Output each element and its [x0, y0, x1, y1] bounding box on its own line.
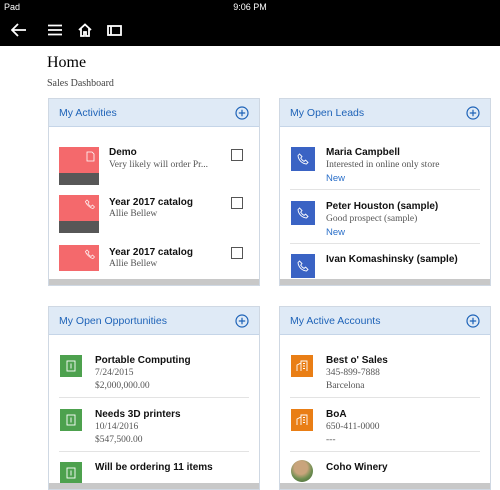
- account-city: ---: [326, 435, 336, 445]
- activity-checkbox[interactable]: [231, 197, 243, 209]
- nav-bar: [0, 14, 500, 46]
- opportunity-date: 10/14/2016: [95, 422, 139, 432]
- lead-phone-icon: [291, 147, 315, 171]
- account-item[interactable]: Best o' Sales 345-899-7888 Barcelona: [290, 353, 480, 395]
- activity-title: Year 2017 catalog: [109, 247, 193, 258]
- lead-name: Maria Campbell: [326, 147, 400, 158]
- page-subtitle: Sales Dashboard: [47, 78, 114, 89]
- card-footer: [280, 279, 490, 285]
- lead-name: Peter Houston (sample): [326, 201, 439, 212]
- accounts-card: My Active Accounts Best o' Sales 345-899…: [279, 306, 491, 490]
- opportunities-card: My Open Opportunities Portable Computing…: [48, 306, 260, 490]
- opportunity-icon: [60, 409, 82, 431]
- panel-icon: [106, 24, 122, 36]
- opportunity-name: Portable Computing: [95, 355, 191, 366]
- card-footer: [49, 279, 259, 285]
- opportunity-item[interactable]: Portable Computing 7/24/2015 $2,000,000.…: [59, 353, 249, 395]
- lead-status: New: [326, 227, 346, 238]
- lead-item[interactable]: Ivan Komashinsky (sample): [290, 252, 480, 282]
- account-building-icon: [291, 409, 313, 431]
- card-footer: [49, 483, 259, 489]
- activity-phone-icon: [59, 245, 99, 271]
- add-account-icon[interactable]: [466, 314, 480, 328]
- add-opportunity-icon[interactable]: [235, 314, 249, 328]
- opportunity-icon: [60, 462, 82, 484]
- lead-topic: Interested in online only store: [326, 160, 440, 170]
- activity-item[interactable]: Demo Very likely will order Pr...: [59, 145, 249, 185]
- activities-card: My Activities Demo Very likely will orde…: [48, 98, 260, 286]
- account-item[interactable]: BoA 650-411-0000 ---: [290, 407, 480, 449]
- lead-item[interactable]: Maria Campbell Interested in online only…: [290, 145, 480, 187]
- account-phone: 345-899-7888: [326, 368, 380, 378]
- activity-phone-icon: [59, 195, 99, 233]
- activity-detail: Very likely will order Pr...: [109, 160, 208, 170]
- accounts-card-header: My Active Accounts: [280, 307, 490, 335]
- card-footer: [280, 483, 490, 489]
- lead-topic: Good prospect (sample): [326, 214, 418, 224]
- opportunity-icon: [60, 355, 82, 377]
- activity-detail: Allie Bellew: [109, 209, 158, 219]
- lead-phone-icon: [291, 254, 315, 278]
- leads-card-title[interactable]: My Open Leads: [290, 107, 364, 119]
- lead-name: Ivan Komashinsky (sample): [326, 254, 458, 265]
- activity-checkbox[interactable]: [231, 247, 243, 259]
- lead-phone-icon: [291, 201, 315, 225]
- activity-title: Demo: [109, 147, 137, 158]
- add-activity-icon[interactable]: [235, 106, 249, 120]
- divider: [290, 243, 480, 244]
- opportunity-amount: $2,000,000.00: [95, 381, 150, 391]
- activity-task-icon: [59, 147, 99, 185]
- back-button[interactable]: [8, 14, 30, 46]
- divider: [59, 451, 249, 452]
- clock: 9:06 PM: [233, 2, 267, 12]
- activity-item[interactable]: Year 2017 catalog Allie Bellew: [59, 195, 249, 235]
- menu-button[interactable]: [44, 14, 66, 46]
- opportunities-card-header: My Open Opportunities: [49, 307, 259, 335]
- home-icon: [78, 23, 92, 37]
- leads-card-header: My Open Leads: [280, 99, 490, 127]
- account-name: Best o' Sales: [326, 355, 388, 366]
- divider: [290, 189, 480, 190]
- account-name: BoA: [326, 409, 347, 420]
- panel-button[interactable]: [103, 14, 125, 46]
- accounts-card-title[interactable]: My Active Accounts: [290, 315, 380, 327]
- status-bar: Pad 9:06 PM: [0, 0, 500, 14]
- divider: [290, 451, 480, 452]
- divider: [290, 397, 480, 398]
- activity-item[interactable]: Year 2017 catalog Allie Bellew: [59, 245, 249, 281]
- activities-card-title[interactable]: My Activities: [59, 107, 117, 119]
- hamburger-icon: [48, 24, 62, 36]
- activities-card-header: My Activities: [49, 99, 259, 127]
- back-arrow-icon: [11, 23, 26, 37]
- opportunity-item[interactable]: Needs 3D printers 10/14/2016 $547,500.00: [59, 407, 249, 449]
- lead-item[interactable]: Peter Houston (sample) Good prospect (sa…: [290, 199, 480, 241]
- account-city: Barcelona: [326, 381, 365, 391]
- opportunities-card-title[interactable]: My Open Opportunities: [59, 315, 167, 327]
- opportunity-name: Needs 3D printers: [95, 409, 181, 420]
- add-lead-icon[interactable]: [466, 106, 480, 120]
- account-name: Coho Winery: [326, 462, 388, 473]
- divider: [59, 397, 249, 398]
- activity-detail: Allie Bellew: [109, 259, 158, 269]
- opportunity-amount: $547,500.00: [95, 435, 143, 445]
- opportunity-date: 7/24/2015: [95, 368, 134, 378]
- opportunity-name: Will be ordering 11 items: [95, 462, 213, 473]
- page-title: Home: [47, 54, 87, 71]
- lead-status: New: [326, 173, 346, 184]
- page-header: Home Sales Dashboard: [47, 54, 114, 89]
- account-building-icon: [291, 355, 313, 377]
- leads-card: My Open Leads Maria Campbell Interested …: [279, 98, 491, 286]
- activity-checkbox[interactable]: [231, 149, 243, 161]
- activity-title: Year 2017 catalog: [109, 197, 193, 208]
- account-phone: 650-411-0000: [326, 422, 380, 432]
- account-photo: [291, 460, 313, 482]
- home-button[interactable]: [74, 14, 96, 46]
